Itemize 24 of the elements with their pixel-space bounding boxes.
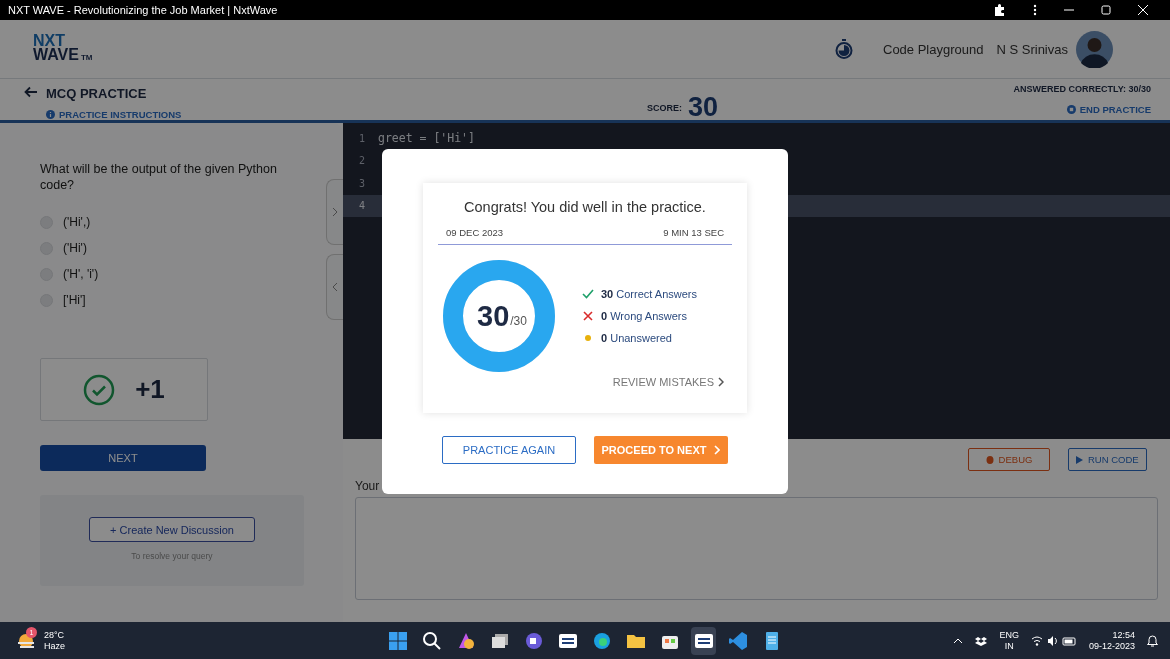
score-total: /30 (510, 314, 527, 328)
stat-text: 0 Wrong Answers (601, 310, 687, 322)
temperature: 28°C (44, 629, 65, 641)
line-number: 1 (357, 132, 365, 144)
dialog-title: Congrats! You did well in the practice. (463, 199, 707, 215)
page-title: MCQ PRACTICE (46, 85, 148, 101)
line-number: 3 (357, 177, 365, 189)
practice-date: 09 DEC 2023 (446, 227, 504, 238)
score-value: 30 (477, 299, 510, 333)
weather-condition: Haze (44, 640, 65, 652)
points-text: +1 (135, 374, 165, 405)
user-name: N S Srinivas (996, 41, 1068, 57)
input-label: Your (355, 479, 381, 493)
score-label: SCORE: (646, 102, 682, 113)
score-value: 30 (687, 92, 718, 123)
stat-text: 0 Unanswered (601, 332, 672, 344)
line-number: 2 (357, 155, 365, 167)
line-number: 4 (357, 200, 365, 212)
stat-text: 30 Correct Answers (601, 288, 697, 300)
code-line: greet = ['Hi'] (378, 131, 475, 146)
practice-duration: 9 MIN 13 SEC (663, 227, 724, 238)
answered-count: ANSWERED CORRECTLY: 30/30 (1013, 84, 1151, 94)
window-title: NXT WAVE - Revolutionizing the Job Market | NxtWave (8, 4, 278, 16)
question-text: What will be the output of the given Python code? (40, 161, 278, 193)
